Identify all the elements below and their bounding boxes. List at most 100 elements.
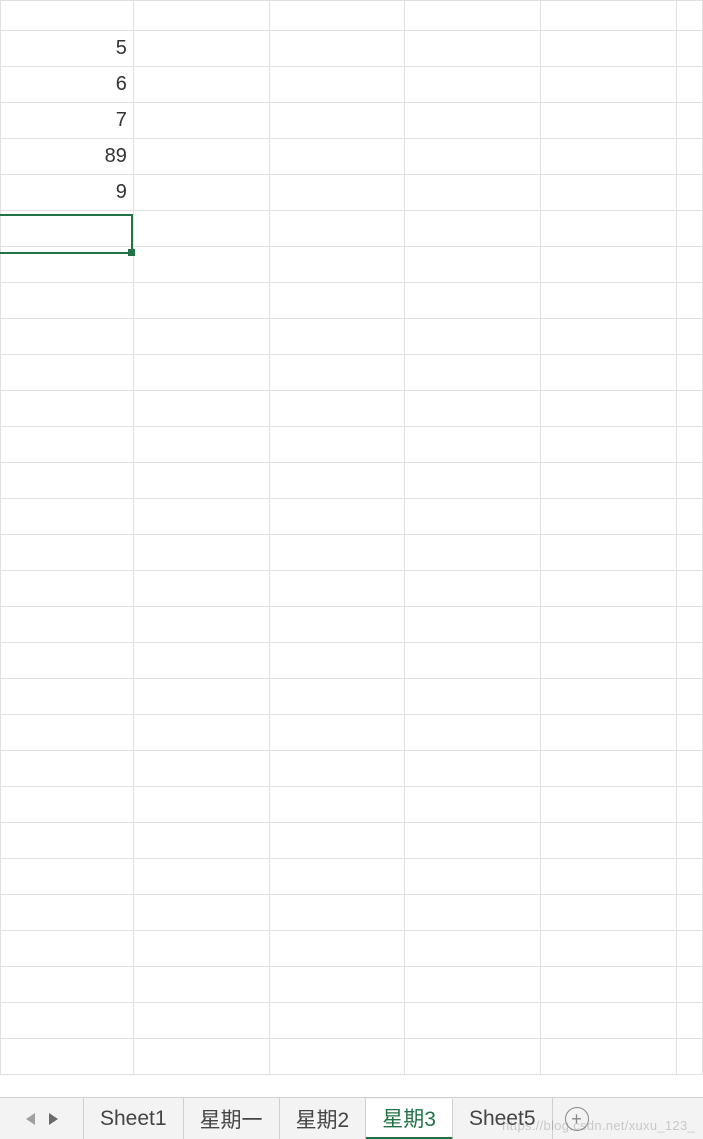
cell[interactable] xyxy=(405,1003,541,1039)
cell[interactable] xyxy=(1,1039,134,1075)
cell[interactable] xyxy=(676,103,702,139)
cell[interactable] xyxy=(133,1003,269,1039)
cell[interactable] xyxy=(133,247,269,283)
cell[interactable] xyxy=(133,31,269,67)
cell[interactable] xyxy=(405,427,541,463)
cell[interactable] xyxy=(1,967,134,1003)
cell[interactable] xyxy=(1,643,134,679)
cell[interactable] xyxy=(405,247,541,283)
cell[interactable] xyxy=(676,283,702,319)
cell[interactable] xyxy=(405,931,541,967)
cell[interactable] xyxy=(1,607,134,643)
cell[interactable] xyxy=(405,355,541,391)
sheet-tab-week2[interactable]: 星期2 xyxy=(280,1098,367,1139)
cell[interactable] xyxy=(405,823,541,859)
cell[interactable] xyxy=(676,679,702,715)
cell[interactable] xyxy=(269,103,405,139)
cell[interactable] xyxy=(676,355,702,391)
cell[interactable] xyxy=(405,319,541,355)
cell[interactable] xyxy=(1,787,134,823)
cell[interactable] xyxy=(133,1,269,31)
sheet-nav-next-icon[interactable] xyxy=(49,1113,58,1125)
cell[interactable] xyxy=(133,499,269,535)
cell[interactable] xyxy=(269,175,405,211)
cell[interactable] xyxy=(541,679,677,715)
add-sheet-button[interactable]: + xyxy=(553,1098,601,1139)
cell[interactable] xyxy=(1,895,134,931)
cell[interactable] xyxy=(541,463,677,499)
cell[interactable] xyxy=(405,787,541,823)
cell[interactable] xyxy=(133,535,269,571)
cell[interactable] xyxy=(676,1039,702,1075)
cell[interactable] xyxy=(676,751,702,787)
cell[interactable] xyxy=(133,463,269,499)
cell[interactable] xyxy=(1,571,134,607)
cell[interactable] xyxy=(676,427,702,463)
cell[interactable] xyxy=(1,499,134,535)
cell[interactable] xyxy=(676,463,702,499)
cell[interactable] xyxy=(676,499,702,535)
cell[interactable] xyxy=(1,715,134,751)
cell[interactable] xyxy=(541,535,677,571)
cell[interactable] xyxy=(541,31,677,67)
cell[interactable] xyxy=(1,679,134,715)
cell[interactable]: 9 xyxy=(1,175,134,211)
cell[interactable] xyxy=(269,859,405,895)
cell[interactable] xyxy=(1,211,134,247)
cell[interactable] xyxy=(1,1003,134,1039)
cell[interactable] xyxy=(133,175,269,211)
cell[interactable] xyxy=(405,1,541,31)
spreadsheet-grid[interactable]: 5 6 7 89 xyxy=(0,0,703,1097)
cell[interactable] xyxy=(269,715,405,751)
cell[interactable] xyxy=(676,1,702,31)
cell[interactable] xyxy=(541,823,677,859)
cell[interactable] xyxy=(676,211,702,247)
cell[interactable] xyxy=(676,967,702,1003)
cell[interactable] xyxy=(541,571,677,607)
cell[interactable] xyxy=(133,67,269,103)
cell[interactable] xyxy=(541,715,677,751)
cell[interactable] xyxy=(405,391,541,427)
cell[interactable] xyxy=(269,607,405,643)
cell[interactable] xyxy=(676,31,702,67)
cell[interactable] xyxy=(269,751,405,787)
cell[interactable] xyxy=(541,787,677,823)
cell[interactable]: 6 xyxy=(1,67,134,103)
cell[interactable] xyxy=(269,679,405,715)
cell[interactable] xyxy=(405,967,541,1003)
cell[interactable] xyxy=(405,535,541,571)
cell[interactable] xyxy=(1,427,134,463)
cell[interactable] xyxy=(269,463,405,499)
cell[interactable] xyxy=(676,247,702,283)
cell[interactable] xyxy=(133,211,269,247)
cell[interactable] xyxy=(133,931,269,967)
cell[interactable] xyxy=(541,859,677,895)
cell[interactable] xyxy=(269,535,405,571)
cell[interactable] xyxy=(133,103,269,139)
cell[interactable] xyxy=(676,1003,702,1039)
sheet-tab-week3[interactable]: 星期3 xyxy=(366,1099,453,1139)
sheet-tab-monday[interactable]: 星期一 xyxy=(184,1098,280,1139)
cell[interactable] xyxy=(133,715,269,751)
cell[interactable] xyxy=(269,355,405,391)
cell[interactable] xyxy=(676,607,702,643)
cell[interactable] xyxy=(676,787,702,823)
cell[interactable] xyxy=(1,859,134,895)
cell[interactable] xyxy=(676,643,702,679)
cell[interactable] xyxy=(676,391,702,427)
cell[interactable] xyxy=(133,571,269,607)
cell[interactable] xyxy=(269,139,405,175)
cell[interactable] xyxy=(541,67,677,103)
cell[interactable] xyxy=(269,787,405,823)
cell[interactable] xyxy=(676,895,702,931)
cell[interactable] xyxy=(133,643,269,679)
cell[interactable]: 89 xyxy=(1,139,134,175)
cell[interactable] xyxy=(676,319,702,355)
cell[interactable] xyxy=(405,607,541,643)
cell[interactable] xyxy=(1,535,134,571)
cell[interactable] xyxy=(676,535,702,571)
cell[interactable] xyxy=(405,643,541,679)
cell[interactable] xyxy=(676,67,702,103)
cell[interactable] xyxy=(269,643,405,679)
cell[interactable] xyxy=(541,247,677,283)
